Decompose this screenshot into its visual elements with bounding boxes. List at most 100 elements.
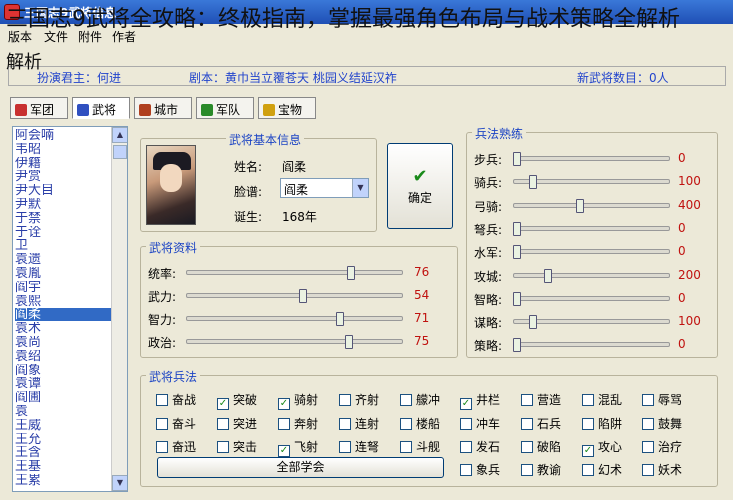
- skill-checkbox[interactable]: ✓ 骑射: [278, 391, 318, 410]
- skill-checkbox[interactable]: 陷阱: [582, 415, 622, 431]
- list-item[interactable]: 尹默: [15, 198, 113, 211]
- tab-treasures[interactable]: 宝物: [258, 97, 316, 119]
- skill-checkbox[interactable]: 象兵: [460, 461, 500, 477]
- list-item[interactable]: 阿会喃: [15, 129, 113, 142]
- skill-checkbox[interactable]: 突进: [217, 415, 257, 431]
- empty-box-icon[interactable]: [400, 394, 412, 406]
- skill-checkbox[interactable]: 发石: [460, 438, 500, 454]
- troop-slider[interactable]: [513, 315, 670, 330]
- skill-checkbox[interactable]: 混乱: [582, 391, 622, 407]
- slider-thumb[interactable]: [336, 312, 345, 326]
- list-item[interactable]: 阎象: [15, 364, 113, 377]
- skill-checkbox[interactable]: ✓ 井栏: [460, 391, 500, 410]
- slider-thumb[interactable]: [513, 245, 521, 260]
- slider-thumb[interactable]: [513, 338, 521, 353]
- empty-box-icon[interactable]: [582, 418, 594, 430]
- skill-checkbox[interactable]: 突击: [217, 438, 257, 454]
- skill-checkbox[interactable]: 奋斗: [156, 415, 196, 431]
- empty-box-icon[interactable]: [278, 418, 290, 430]
- list-item[interactable]: 王基: [15, 460, 113, 473]
- skill-checkbox[interactable]: 治疗: [642, 438, 682, 454]
- empty-box-icon[interactable]: [521, 464, 533, 476]
- empty-box-icon[interactable]: [642, 441, 654, 453]
- empty-box-icon[interactable]: [642, 418, 654, 430]
- general-list[interactable]: 阿会喃 韦昭 伊籍 尹赏 尹大目 尹默 于禁 于诠卫袁遗 袁胤 阎宇 袁熙 阎柔 袁术 袁尚 袁绍 阎象 袁谭阎…: [12, 126, 128, 492]
- stat-slider[interactable]: [186, 266, 403, 280]
- list-item[interactable]: 韦昭: [15, 143, 113, 156]
- skill-checkbox[interactable]: 教谕: [521, 461, 561, 477]
- skill-checkbox[interactable]: 营造: [521, 391, 561, 407]
- list-item[interactable]: 阎圃: [15, 391, 113, 404]
- empty-box-icon[interactable]: [582, 394, 594, 406]
- skill-checkbox[interactable]: 奋迅: [156, 438, 196, 454]
- empty-box-icon[interactable]: [521, 394, 533, 406]
- slider-thumb[interactable]: [513, 291, 521, 306]
- list-item[interactable]: 王允: [15, 433, 113, 446]
- list-item[interactable]: 袁尚: [15, 336, 113, 349]
- troop-slider[interactable]: [513, 338, 670, 353]
- empty-box-icon[interactable]: [339, 394, 351, 406]
- empty-box-icon[interactable]: [582, 464, 594, 476]
- slider-thumb[interactable]: [346, 266, 355, 280]
- slider-thumb[interactable]: [528, 175, 537, 190]
- skill-checkbox[interactable]: 楼船: [400, 415, 440, 431]
- empty-box-icon[interactable]: [156, 418, 168, 430]
- list-item[interactable]: 王威: [15, 419, 113, 432]
- skill-checkbox[interactable]: ✓ 飞射: [278, 438, 318, 457]
- slider-thumb[interactable]: [299, 289, 308, 303]
- list-item[interactable]: 袁术: [15, 322, 113, 335]
- list-scrollbar[interactable]: ▲ ▼: [111, 127, 127, 491]
- empty-box-icon[interactable]: [460, 418, 472, 430]
- empty-box-icon[interactable]: [400, 418, 412, 430]
- skill-checkbox[interactable]: 冲车: [460, 415, 500, 431]
- scroll-thumb[interactable]: [113, 145, 127, 159]
- slider-thumb[interactable]: [513, 221, 521, 236]
- list-item[interactable]: 阎柔: [15, 308, 113, 322]
- skill-checkbox[interactable]: 破陷: [521, 438, 561, 454]
- empty-box-icon[interactable]: [642, 394, 654, 406]
- skill-checkbox[interactable]: ✓ 攻心: [582, 438, 622, 457]
- skill-checkbox[interactable]: 斗舰: [400, 438, 440, 454]
- empty-box-icon[interactable]: [521, 441, 533, 453]
- list-item[interactable]: 袁胤: [15, 267, 113, 280]
- skill-checkbox[interactable]: 连射: [339, 415, 379, 431]
- empty-box-icon[interactable]: [156, 394, 168, 406]
- list-item[interactable]: 伊籍: [15, 157, 113, 170]
- list-item[interactable]: 王累: [15, 474, 113, 487]
- list-item[interactable]: 袁谭: [15, 377, 113, 390]
- troop-slider[interactable]: [513, 221, 670, 236]
- empty-box-icon[interactable]: [217, 418, 229, 430]
- empty-box-icon[interactable]: [217, 441, 229, 453]
- slider-thumb[interactable]: [513, 152, 521, 166]
- skill-checkbox[interactable]: 奔射: [278, 415, 318, 431]
- list-item[interactable]: 袁绍: [15, 350, 113, 363]
- checked-box-icon[interactable]: ✓: [278, 398, 290, 410]
- slider-thumb[interactable]: [575, 198, 584, 213]
- checked-box-icon[interactable]: ✓: [278, 445, 290, 457]
- list-item[interactable]: 于诠: [15, 226, 113, 239]
- empty-box-icon[interactable]: [521, 418, 533, 430]
- checked-box-icon[interactable]: ✓: [217, 398, 229, 410]
- tab-corps[interactable]: 军团: [10, 97, 68, 119]
- skill-checkbox[interactable]: 艨冲: [400, 391, 440, 407]
- stat-slider[interactable]: [186, 289, 403, 303]
- skill-checkbox[interactable]: 奋战: [156, 391, 196, 407]
- tab-cities[interactable]: 城市: [134, 97, 192, 119]
- empty-box-icon[interactable]: [156, 441, 168, 453]
- list-item[interactable]: 卫: [15, 239, 113, 252]
- chevron-down-icon[interactable]: ▼: [352, 179, 368, 197]
- troop-slider[interactable]: [513, 245, 670, 260]
- skill-checkbox[interactable]: 连弩: [339, 438, 379, 454]
- slider-thumb[interactable]: [344, 335, 353, 349]
- tab-generals[interactable]: 武将: [72, 97, 130, 119]
- empty-box-icon[interactable]: [460, 441, 472, 453]
- list-item[interactable]: 尹赏: [15, 170, 113, 183]
- list-item[interactable]: 袁熙: [15, 295, 113, 308]
- skill-checkbox[interactable]: 鼓舞: [642, 415, 682, 431]
- list-item[interactable]: 袁遗: [15, 253, 113, 266]
- troop-slider[interactable]: [513, 152, 670, 166]
- skill-checkbox[interactable]: 幻术: [582, 461, 622, 477]
- troop-slider[interactable]: [513, 291, 670, 306]
- troop-slider[interactable]: [513, 268, 670, 283]
- tab-armies[interactable]: 军队: [196, 97, 254, 119]
